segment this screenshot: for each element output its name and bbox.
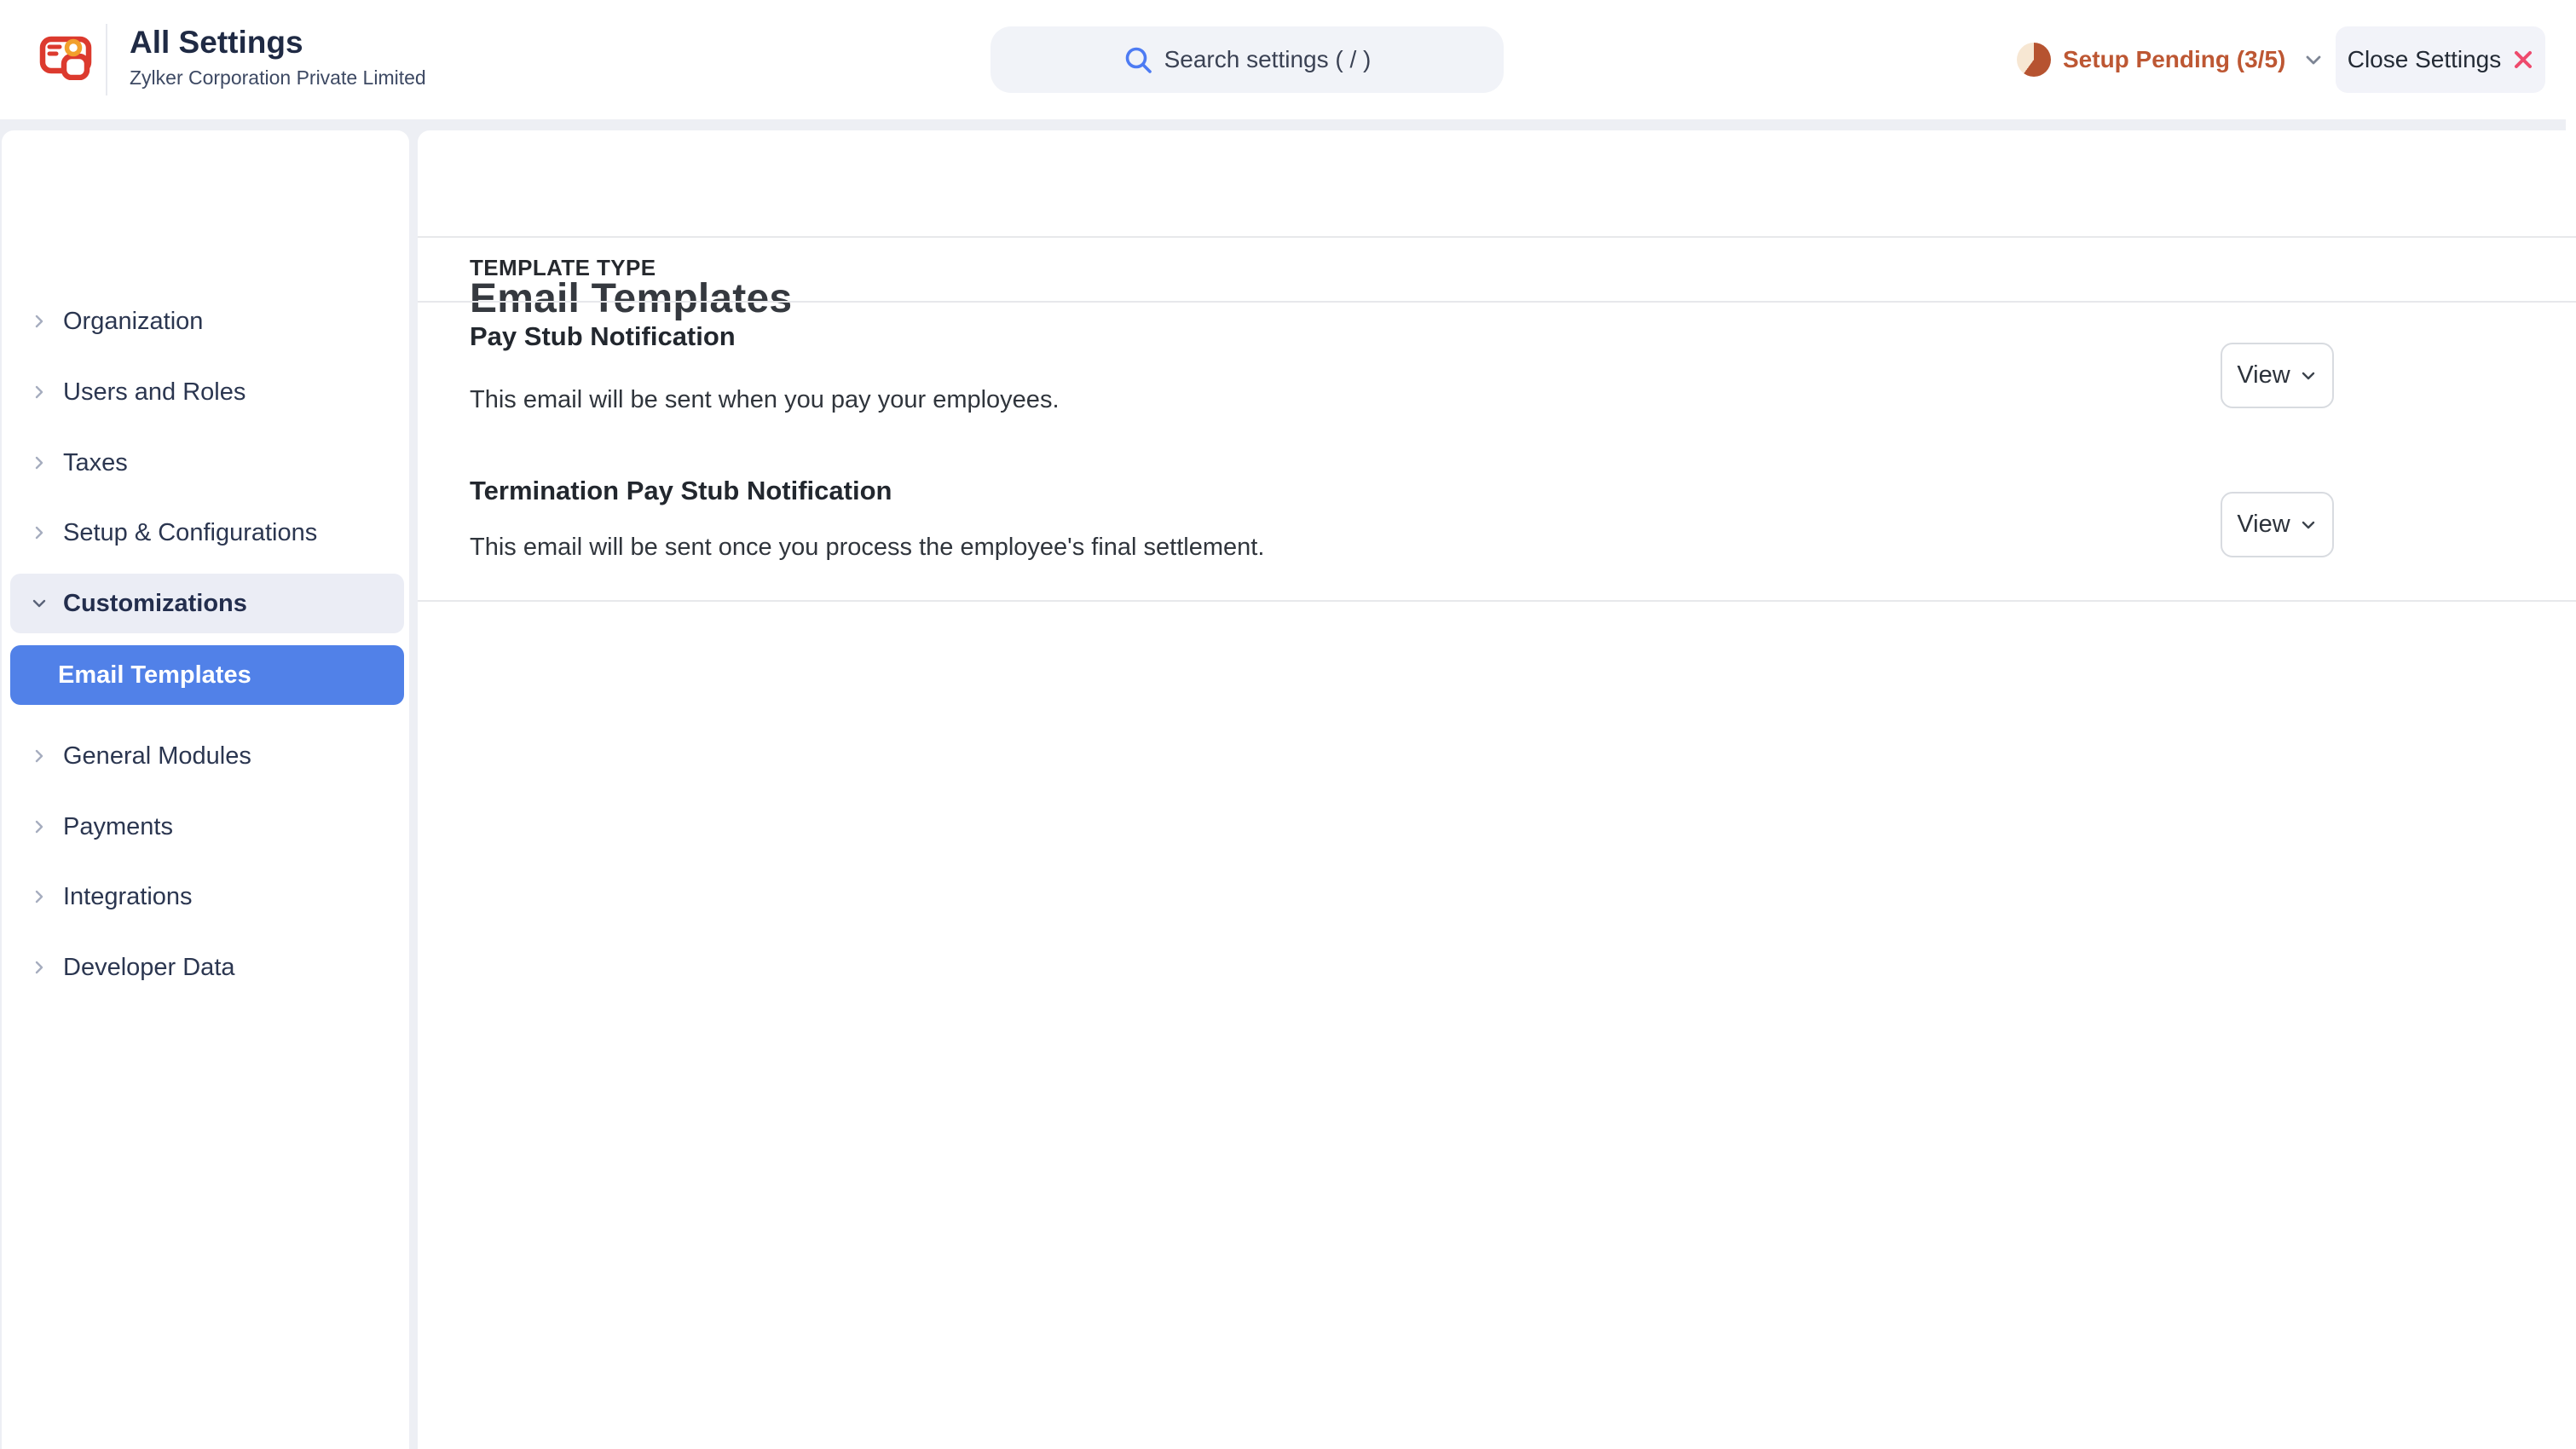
sidebar-item-taxes[interactable]: Taxes [10,439,404,487]
column-header-template-type: TEMPLATE TYPE [470,255,656,281]
close-settings-button[interactable]: Close Settings [2336,26,2545,93]
view-button-label: View [2237,361,2290,390]
template-row-description: This email will be sent once you process… [470,534,1264,562]
email-templates-panel: Email Templates TEMPLATE TYPE Pay Stub N… [418,130,2576,1449]
template-row-description: This email will be sent when you pay you… [470,386,1060,414]
template-row-title: Pay Stub Notification [470,321,736,352]
setup-pending-label: Setup Pending (3/5) [2063,46,2285,73]
sidebar-item-label: Customizations [63,590,247,618]
close-icon [2513,49,2533,70]
chevron-right-icon [31,748,48,765]
settings-sidebar: Organization Users and Roles Taxes Setup… [2,130,409,1449]
chevron-right-icon [31,384,48,401]
sidebar-item-label: Taxes [63,449,128,477]
sidebar-item-setup-configurations[interactable]: Setup & Configurations [10,509,404,557]
template-row-title: Termination Pay Stub Notification [470,476,892,506]
sidebar-item-customizations[interactable]: Customizations [10,574,404,633]
view-button-termination-pay-stub[interactable]: View [2221,492,2334,557]
sidebar-item-label: Organization [63,308,203,336]
title-block: All Settings Zylker Corporation Private … [130,24,426,90]
sidebar-item-users-and-roles[interactable]: Users and Roles [10,368,404,416]
section-title: Email Templates [470,275,792,322]
payroll-logo-icon [39,36,92,80]
sidebar-item-general-modules[interactable]: General Modules [10,732,404,780]
sidebar-item-label: Developer Data [63,954,235,982]
sidebar-item-label: Users and Roles [63,378,245,407]
search-placeholder: Search settings ( / ) [1164,46,1372,73]
chevron-down-icon [2302,49,2325,71]
chevron-right-icon [31,524,48,541]
sidebar-item-integrations[interactable]: Integrations [10,873,404,921]
page-title: All Settings [130,24,426,61]
divider [418,301,2576,303]
divider [418,236,2576,238]
sidebar-item-payments[interactable]: Payments [10,803,404,851]
search-input[interactable]: Search settings ( / ) [991,26,1504,93]
setup-pending-dropdown[interactable]: Setup Pending (3/5) [2017,0,2325,119]
close-settings-label: Close Settings [2348,46,2502,73]
sidebar-item-organization[interactable]: Organization [10,297,404,345]
header: All Settings Zylker Corporation Private … [0,0,2576,119]
sidebar-item-email-templates[interactable]: Email Templates [10,645,404,705]
header-divider [106,24,107,95]
organization-name: Zylker Corporation Private Limited [130,65,426,90]
chevron-down-icon [2299,516,2318,534]
chevron-right-icon [31,818,48,835]
sidebar-item-label: General Modules [63,742,251,771]
sidebar-item-label: Email Templates [58,661,251,690]
chevron-right-icon [31,888,48,905]
view-button-label: View [2237,511,2290,539]
chevron-right-icon [31,454,48,471]
setup-progress-pie-icon [2017,43,2051,77]
sidebar-item-label: Payments [63,813,173,841]
sidebar-item-label: Setup & Configurations [63,519,317,547]
chevron-right-icon [31,313,48,330]
divider [418,600,2576,602]
all-settings-screen: All Settings Zylker Corporation Private … [0,0,2576,1449]
sidebar-item-label: Integrations [63,883,193,911]
chevron-down-icon [31,595,48,612]
chevron-right-icon [31,959,48,976]
sidebar-item-developer-data[interactable]: Developer Data [10,944,404,991]
view-button-pay-stub[interactable]: View [2221,343,2334,408]
chevron-down-icon [2299,367,2318,385]
search-icon [1123,45,1152,74]
